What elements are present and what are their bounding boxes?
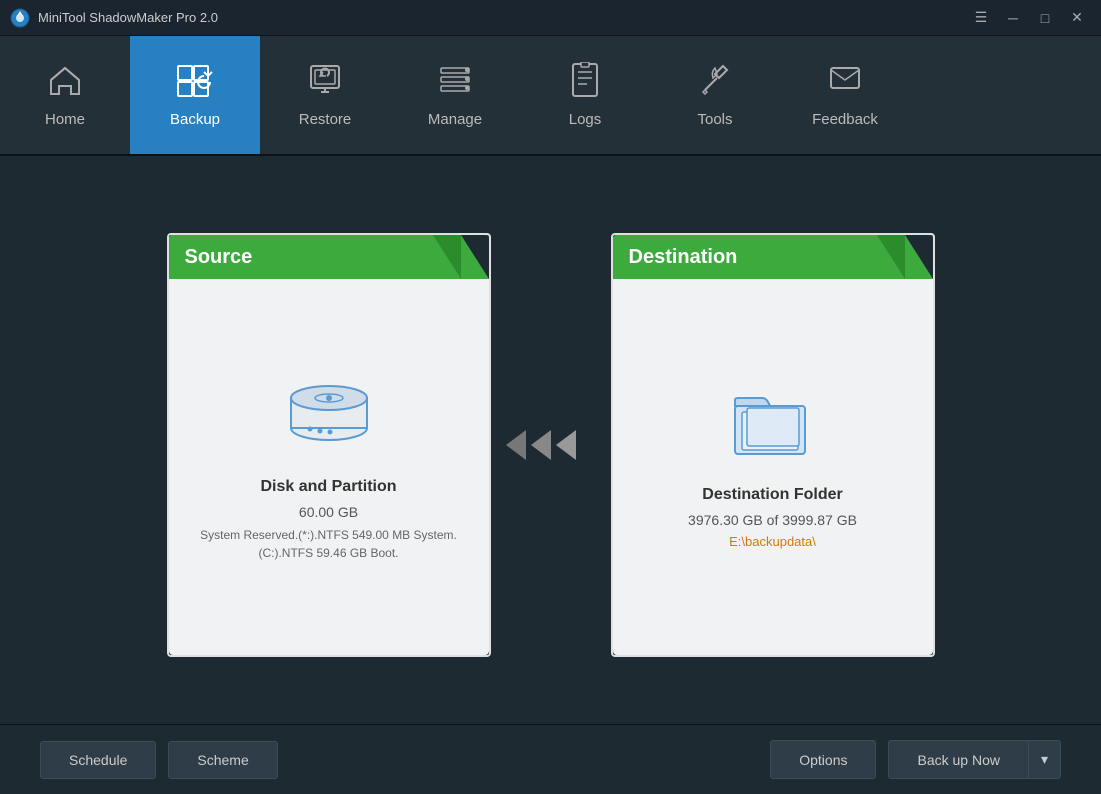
footer-right: Options Back up Now ▾ (770, 740, 1061, 779)
destination-card-body: Destination Folder 3976.30 GB of 3999.87… (668, 279, 877, 655)
options-button[interactable]: Options (770, 740, 876, 779)
nav-item-restore[interactable]: Restore (260, 36, 390, 154)
backup-dropdown-button[interactable]: ▾ (1028, 740, 1061, 779)
source-card-body: Disk and Partition 60.00 GB System Reser… (169, 279, 489, 655)
nav-item-logs[interactable]: Logs (520, 36, 650, 154)
scheme-button[interactable]: Scheme (168, 741, 277, 779)
cards-row: Source (40, 186, 1061, 704)
source-title: Disk and Partition (260, 478, 396, 496)
schedule-button[interactable]: Schedule (40, 741, 156, 779)
destination-card[interactable]: Destination (611, 233, 935, 657)
tools-icon (697, 62, 733, 103)
nav-label-home: Home (45, 111, 85, 128)
main-content: Source (0, 156, 1101, 724)
source-detail: System Reserved.(*:).NTFS 549.00 MB Syst… (189, 526, 469, 562)
nav-label-feedback: Feedback (812, 111, 878, 128)
nav-label-logs: Logs (569, 111, 602, 128)
app-title: MiniTool ShadowMaker Pro 2.0 (38, 10, 218, 25)
manage-icon (437, 62, 473, 103)
destination-title: Destination Folder (702, 486, 842, 504)
nav-label-manage: Manage (428, 111, 482, 128)
titlebar-left: MiniTool ShadowMaker Pro 2.0 (10, 8, 218, 28)
logs-icon (567, 62, 603, 103)
source-header-label: Source (185, 246, 253, 269)
arrow-area (491, 420, 611, 470)
nav-item-backup[interactable]: Backup (130, 36, 260, 154)
footer-left: Schedule Scheme (40, 741, 278, 779)
destination-header-label: Destination (629, 246, 738, 269)
app-logo-icon (10, 8, 30, 28)
close-button[interactable]: ✕ (1063, 7, 1091, 29)
restore-icon (307, 62, 343, 103)
titlebar-controls: ☰ ─ □ ✕ (967, 7, 1091, 29)
destination-path: E:\backupdata\ (729, 534, 816, 549)
maximize-button[interactable]: □ (1031, 7, 1059, 29)
nav-item-tools[interactable]: Tools (650, 36, 780, 154)
nav-item-home[interactable]: Home (0, 36, 130, 154)
titlebar: MiniTool ShadowMaker Pro 2.0 ☰ ─ □ ✕ (0, 0, 1101, 36)
nav-label-tools: Tools (697, 111, 732, 128)
nav-label-backup: Backup (170, 111, 220, 128)
minimize-button[interactable]: ─ (999, 7, 1027, 29)
destination-space: 3976.30 GB of 3999.87 GB (688, 512, 857, 528)
footer: Schedule Scheme Options Back up Now ▾ (0, 724, 1101, 794)
disk-icon (284, 373, 374, 458)
source-size: 60.00 GB (299, 504, 358, 520)
folder-icon (730, 386, 815, 466)
feedback-icon (827, 62, 863, 103)
nav-item-feedback[interactable]: Feedback (780, 36, 910, 154)
backup-now-button[interactable]: Back up Now (888, 740, 1027, 779)
menu-button[interactable]: ☰ (967, 7, 995, 29)
source-card[interactable]: Source (167, 233, 491, 657)
nav-item-manage[interactable]: Manage (390, 36, 520, 154)
navbar: Home Backup Restore (0, 36, 1101, 156)
backup-icon (176, 62, 214, 103)
home-icon (47, 62, 83, 103)
nav-label-restore: Restore (299, 111, 352, 128)
